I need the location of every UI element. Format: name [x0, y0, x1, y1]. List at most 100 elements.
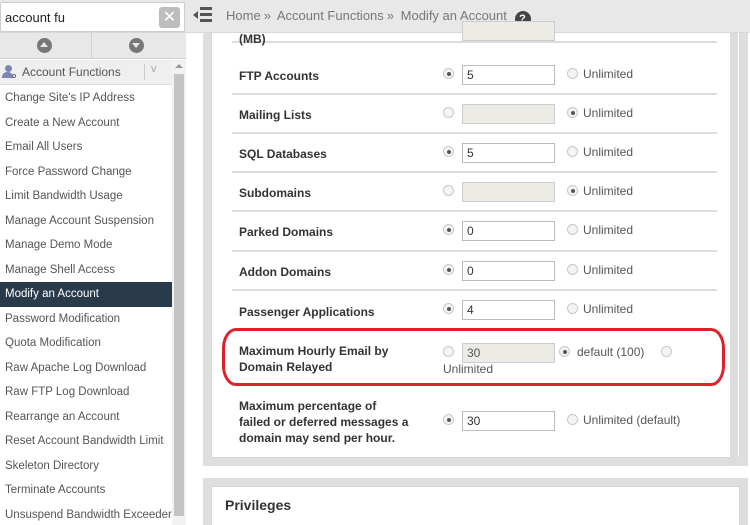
sidebar-item-create-account[interactable]: Create a New Account [0, 111, 172, 136]
row-label: Parked Domains [239, 225, 334, 239]
max-hourly-email-input[interactable] [462, 343, 555, 363]
scroll-up-arrow-icon[interactable] [175, 64, 183, 68]
limit-radio[interactable] [443, 107, 454, 118]
sidebar-item-unsuspend-bandwidth[interactable]: Unsuspend Bandwidth Exceeders [0, 503, 172, 525]
row-label: SQL Databases [239, 147, 327, 161]
row-label-line: failed or deferred messages a [239, 415, 409, 429]
unlimited-label: Unlimited [583, 263, 634, 277]
unlimited-label: Unlimited [583, 67, 634, 81]
mailing-lists-input[interactable] [462, 104, 555, 124]
limit-radio[interactable] [443, 264, 454, 275]
form-row-parked-domains: Parked Domains Unlimited [232, 212, 717, 252]
addon-domains-input[interactable] [462, 261, 555, 281]
parked-domains-input[interactable] [462, 221, 555, 241]
unlimited-radio[interactable] [567, 264, 578, 275]
sidebar-item-modify-account[interactable]: Modify an Account [0, 282, 172, 307]
sidebar-item-shell-access[interactable]: Manage Shell Access [0, 258, 172, 283]
top-bar: ✕ Home» Account Functions» Modify an Acc… [0, 0, 750, 33]
unlimited-radio[interactable] [567, 303, 578, 314]
main-scrollbar[interactable] [730, 33, 738, 466]
breadcrumb-home[interactable]: Home [226, 8, 261, 23]
sidebar-item-account-suspension[interactable]: Manage Account Suspension [0, 209, 172, 234]
unlimited-radio[interactable] [567, 224, 578, 235]
unlimited-label: Unlimited [443, 362, 494, 376]
form-row-addon-domains: Addon Domains Unlimited [232, 252, 717, 291]
row-label: Mailing Lists [239, 108, 312, 122]
default-radio[interactable] [559, 346, 570, 357]
unlimited-radio[interactable] [567, 185, 578, 196]
row-label-line: Maximum Hourly Email by [239, 344, 389, 358]
form-row-max-failed-percentage: Maximum percentage of failed or deferred… [232, 386, 717, 458]
breadcrumb-account-functions[interactable]: Account Functions [277, 8, 384, 23]
limit-radio[interactable] [443, 224, 454, 235]
sidebar-item-password-modification[interactable]: Password Modification [0, 307, 172, 332]
search-input[interactable] [5, 7, 155, 27]
ftp-accounts-input[interactable] [462, 65, 555, 85]
collapse-menu-icon[interactable] [193, 7, 213, 23]
limit-radio[interactable] [443, 146, 454, 157]
form-row-mailing-lists: Mailing Lists Unlimited [232, 95, 717, 134]
form-row-subdomains: Subdomains Unlimited [232, 173, 717, 212]
scroll-up-button[interactable] [0, 33, 92, 59]
form-row-ftp-accounts: FTP Accounts Unlimited [232, 56, 717, 95]
form-row-max-hourly-email: Maximum Hourly Email by Domain Relayed d… [232, 331, 717, 386]
row-label: Addon Domains [239, 265, 331, 279]
passenger-applications-input[interactable] [462, 300, 555, 320]
limit-radio[interactable] [443, 303, 454, 314]
unlimited-radio[interactable] [567, 107, 578, 118]
sidebar-item-email-all-users[interactable]: Email All Users [0, 135, 172, 160]
row-label-line: Domain Relayed [239, 360, 333, 374]
unlimited-radio[interactable] [661, 346, 672, 357]
default-label: default (100) [577, 345, 645, 359]
sidebar-item-demo-mode[interactable]: Manage Demo Mode [0, 233, 172, 258]
row-label: Subdomains [239, 186, 312, 200]
row-label: (MB) [239, 32, 266, 46]
sidebar-item-limit-bandwidth[interactable]: Limit Bandwidth Usage [0, 184, 172, 209]
category-header[interactable]: Account Functions v [0, 60, 172, 85]
nav-arrows [0, 33, 186, 59]
custom-radio[interactable] [443, 346, 454, 357]
sidebar-item-raw-ftp-log[interactable]: Raw FTP Log Download [0, 380, 172, 405]
sidebar-item-change-ip[interactable]: Change Site's IP Address [0, 86, 172, 111]
disk-quota-input[interactable] [462, 21, 555, 41]
sidebar-scrollbar[interactable] [172, 60, 186, 525]
row-label: Passenger Applications [239, 305, 375, 319]
close-icon[interactable]: ✕ [159, 7, 180, 28]
unlimited-label: Unlimited [583, 302, 634, 316]
form-row-sql-databases: SQL Databases Unlimited [232, 134, 717, 173]
custom-radio[interactable] [443, 414, 454, 425]
unlimited-label: Unlimited [583, 145, 634, 159]
subdomains-input[interactable] [462, 182, 555, 202]
row-label: Maximum Hourly Email by Domain Relayed [239, 343, 388, 375]
limit-radio[interactable] [443, 68, 454, 79]
sidebar-item-reset-bandwidth[interactable]: Reset Account Bandwidth Limit [0, 429, 172, 454]
sidebar-item-raw-apache-log[interactable]: Raw Apache Log Download [0, 356, 172, 381]
user-icon [2, 65, 16, 79]
sidebar-item-terminate-accounts[interactable]: Terminate Accounts [0, 478, 172, 503]
row-label-line: domain may send per hour. [239, 431, 396, 445]
search-box: ✕ [0, 2, 185, 32]
unlimited-radio[interactable] [567, 414, 578, 425]
sql-databases-input[interactable] [462, 143, 555, 163]
form-row-passenger-applications: Passenger Applications Unlimited [232, 291, 717, 331]
sidebar-item-skeleton-directory[interactable]: Skeleton Directory [0, 454, 172, 479]
unlimited-radio[interactable] [567, 146, 578, 157]
sidebar-item-rearrange-account[interactable]: Rearrange an Account [0, 405, 172, 430]
limit-radio[interactable] [443, 185, 454, 196]
sidebar-list: Change Site's IP Address Create a New Ac… [0, 86, 172, 525]
main-content: (MB) FTP Accounts Unlimited Mailing List… [186, 21, 750, 525]
privileges-panel: Privileges [211, 486, 740, 525]
chevron-down-icon[interactable]: v [151, 63, 157, 75]
chevron-down-icon [129, 38, 144, 53]
scrollbar-thumb[interactable] [174, 74, 184, 516]
unlimited-radio[interactable] [567, 68, 578, 79]
scroll-down-button[interactable] [92, 33, 184, 59]
sidebar-item-quota-modification[interactable]: Quota Modification [0, 331, 172, 356]
max-failed-percentage-input[interactable] [462, 411, 555, 431]
chevron-up-icon [37, 38, 52, 53]
row-label: FTP Accounts [239, 69, 320, 83]
sidebar-item-force-password-change[interactable]: Force Password Change [0, 160, 172, 185]
row-label: Maximum percentage of failed or deferred… [239, 398, 408, 446]
unlimited-label: Unlimited [583, 184, 634, 198]
breadcrumb-separator: » [386, 8, 395, 23]
